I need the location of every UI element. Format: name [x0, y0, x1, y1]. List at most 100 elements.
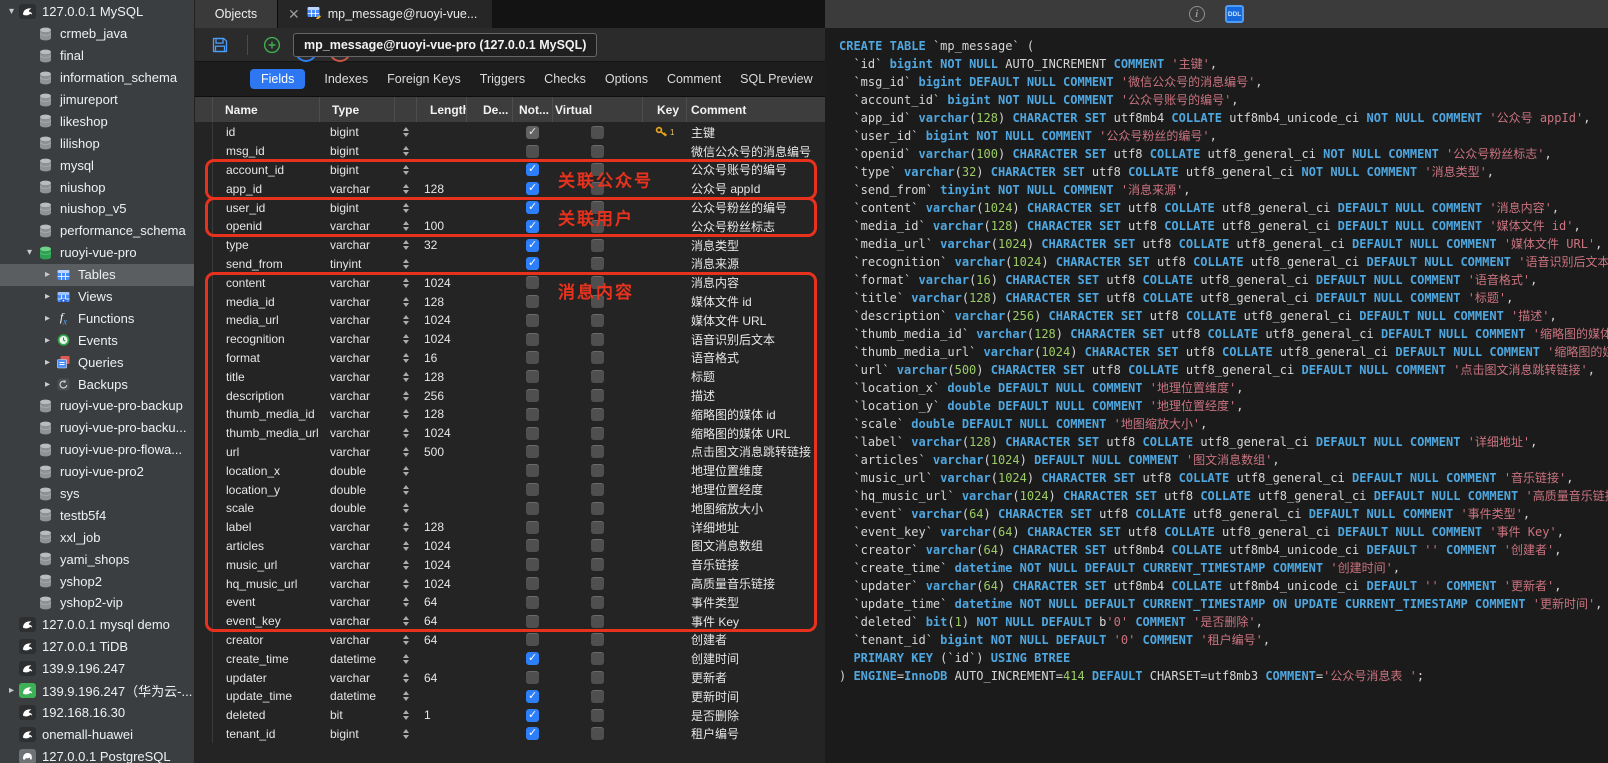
subtab-triggers[interactable]: Triggers — [480, 72, 525, 86]
key-cell[interactable] — [643, 725, 687, 744]
field-comment-cell[interactable]: 缩略图的媒体 URL — [687, 424, 825, 443]
field-type-cell[interactable]: datetime — [320, 687, 395, 706]
subtab-checks[interactable]: Checks — [544, 72, 586, 86]
ddl-icon[interactable]: DDL — [1225, 5, 1244, 23]
field-length-cell[interactable] — [417, 123, 467, 142]
field-name-cell[interactable]: event — [213, 593, 320, 612]
field-length-cell[interactable] — [417, 255, 467, 274]
row-gutter[interactable] — [195, 179, 213, 198]
virtual-checkbox[interactable] — [591, 314, 604, 327]
not-null-checkbox[interactable] — [526, 257, 539, 270]
row-gutter[interactable] — [195, 687, 213, 706]
field-comment-cell[interactable]: 主键 — [687, 123, 825, 142]
field-name-cell[interactable]: location_x — [213, 461, 320, 480]
field-name-cell[interactable]: format — [213, 349, 320, 368]
not-null-checkbox[interactable] — [526, 314, 539, 327]
field-length-cell[interactable]: 500 — [417, 443, 467, 462]
not-null-checkbox[interactable] — [526, 596, 539, 609]
not-null-checkbox[interactable] — [526, 502, 539, 515]
field-length-cell[interactable]: 1024 — [417, 424, 467, 443]
field-type-cell[interactable]: bigint — [320, 142, 395, 161]
not-null-checkbox[interactable] — [526, 577, 539, 590]
not-null-checkbox[interactable] — [526, 351, 539, 364]
virtual-checkbox[interactable] — [591, 145, 604, 158]
virtual-checkbox[interactable] — [591, 727, 604, 740]
row-gutter[interactable] — [195, 499, 213, 518]
not-null-checkbox[interactable] — [526, 126, 539, 139]
sidebar-item-events[interactable]: ▸Events — [0, 329, 194, 351]
tree-expand-arrow-icon[interactable]: ▸ — [40, 357, 55, 368]
field-decimals-cell[interactable] — [467, 349, 513, 368]
row-gutter[interactable] — [195, 349, 213, 368]
type-stepper[interactable] — [395, 330, 417, 349]
field-length-cell[interactable]: 64 — [417, 612, 467, 631]
header-virtual[interactable]: Virtual — [553, 97, 643, 122]
field-comment-cell[interactable]: 音乐链接 — [687, 555, 825, 574]
key-cell[interactable] — [643, 555, 687, 574]
key-cell[interactable] — [643, 612, 687, 631]
field-length-cell[interactable] — [417, 198, 467, 217]
field-decimals-cell[interactable] — [467, 706, 513, 725]
virtual-checkbox[interactable] — [591, 671, 604, 684]
tree-expand-arrow-icon[interactable]: ▸ — [4, 685, 19, 696]
tab-mp-message[interactable]: ✕ mp_message@ruoyi-vue... — [277, 0, 492, 28]
sidebar-item-139-9-196-247[interactable]: 139.9.196.247 — [0, 658, 194, 680]
field-type-cell[interactable]: datetime — [320, 649, 395, 668]
tree-expand-arrow-icon[interactable]: ▸ — [40, 379, 55, 390]
type-stepper[interactable] — [395, 574, 417, 593]
virtual-checkbox[interactable] — [591, 276, 604, 289]
field-comment-cell[interactable]: 消息来源 — [687, 255, 825, 274]
field-length-cell[interactable]: 32 — [417, 236, 467, 255]
virtual-checkbox[interactable] — [591, 163, 604, 176]
not-null-checkbox[interactable] — [526, 201, 539, 214]
field-type-cell[interactable]: varchar — [320, 424, 395, 443]
key-cell[interactable] — [643, 706, 687, 725]
type-stepper[interactable] — [395, 612, 417, 631]
field-length-cell[interactable]: 128 — [417, 367, 467, 386]
not-null-checkbox[interactable] — [526, 239, 539, 252]
header-length[interactable]: Length — [417, 97, 467, 122]
sidebar-item-niushop[interactable]: niushop — [0, 176, 194, 198]
field-name-cell[interactable]: scale — [213, 499, 320, 518]
subtab-foreign-keys[interactable]: Foreign Keys — [387, 72, 461, 86]
row-gutter[interactable] — [195, 593, 213, 612]
field-decimals-cell[interactable] — [467, 405, 513, 424]
not-null-checkbox[interactable] — [526, 727, 539, 740]
field-type-cell[interactable]: varchar — [320, 537, 395, 556]
virtual-checkbox[interactable] — [591, 239, 604, 252]
row-gutter[interactable] — [195, 612, 213, 631]
field-type-cell[interactable]: varchar — [320, 631, 395, 650]
field-length-cell[interactable]: 256 — [417, 386, 467, 405]
field-comment-cell[interactable]: 地理位置经度 — [687, 480, 825, 499]
virtual-checkbox[interactable] — [591, 333, 604, 346]
sidebar-item-127-0-0-1-mysql[interactable]: ▾127.0.0.1 MySQL — [0, 1, 194, 23]
virtual-checkbox[interactable] — [591, 351, 604, 364]
row-gutter[interactable] — [195, 424, 213, 443]
type-stepper[interactable] — [395, 198, 417, 217]
sidebar-item-jimureport[interactable]: jimureport — [0, 89, 194, 111]
type-stepper[interactable] — [395, 292, 417, 311]
virtual-checkbox[interactable] — [591, 539, 604, 552]
key-cell[interactable] — [643, 161, 687, 180]
field-name-cell[interactable]: hq_music_url — [213, 574, 320, 593]
sidebar-item-yshop2[interactable]: yshop2 — [0, 570, 194, 592]
field-decimals-cell[interactable] — [467, 255, 513, 274]
key-cell[interactable] — [643, 179, 687, 198]
field-name-cell[interactable]: url — [213, 443, 320, 462]
field-type-cell[interactable]: varchar — [320, 574, 395, 593]
subtab-sql-preview[interactable]: SQL Preview — [740, 72, 812, 86]
tree-expand-arrow-icon[interactable]: ▸ — [40, 291, 55, 302]
field-comment-cell[interactable]: 高质量音乐链接 — [687, 574, 825, 593]
type-stepper[interactable] — [395, 386, 417, 405]
sidebar-item-likeshop[interactable]: likeshop — [0, 110, 194, 132]
sidebar-item-niushop-v5[interactable]: niushop_v5 — [0, 198, 194, 220]
tree-expand-arrow-icon[interactable]: ▾ — [4, 6, 19, 17]
field-name-cell[interactable]: tenant_id — [213, 725, 320, 744]
not-null-checkbox[interactable] — [526, 445, 539, 458]
field-decimals-cell[interactable] — [467, 537, 513, 556]
field-name-cell[interactable]: content — [213, 273, 320, 292]
field-name-cell[interactable]: media_id — [213, 292, 320, 311]
virtual-checkbox[interactable] — [591, 126, 604, 139]
field-comment-cell[interactable]: 语音识别后文本 — [687, 330, 825, 349]
type-stepper[interactable] — [395, 367, 417, 386]
